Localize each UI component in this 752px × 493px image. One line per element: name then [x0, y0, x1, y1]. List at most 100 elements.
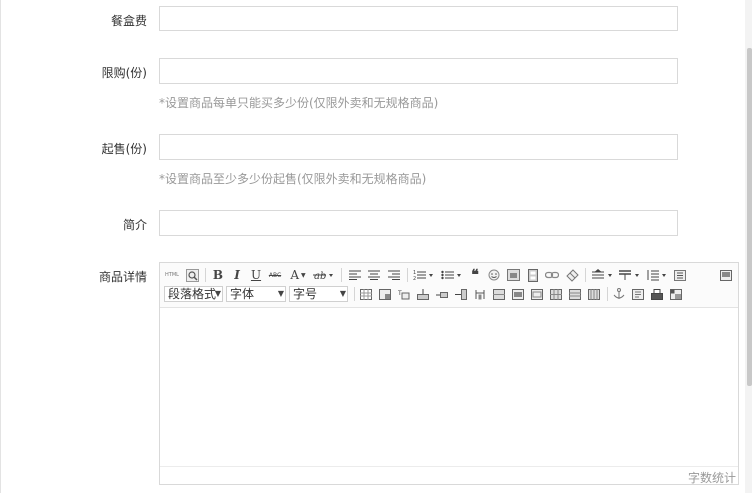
spacing-bottom-icon	[619, 270, 639, 280]
delete-column-icon	[475, 289, 485, 299]
strikethrough-label: ABC	[268, 271, 282, 279]
toolbar-separator	[585, 268, 586, 282]
table-icon	[360, 288, 372, 300]
rich-text-editor: HTML B I U ABC A ▼ ab 12 ❝ 段落格式 ▼ 字体 ▼ 字…	[159, 262, 739, 485]
toolbar-separator	[341, 268, 342, 282]
merge-down-button[interactable]	[530, 286, 544, 302]
table-properties-icon	[379, 288, 391, 300]
split-columns-icon	[588, 288, 600, 300]
dropdown-arrow-icon: ▼	[301, 271, 306, 279]
font-size-value: 字号	[293, 287, 318, 301]
line-height-icon	[647, 270, 666, 281]
insert-image-button[interactable]	[506, 267, 520, 283]
italic-button[interactable]: I	[230, 267, 244, 283]
page-break-button[interactable]	[631, 286, 645, 302]
magnifier-icon	[185, 268, 199, 282]
insert-link-button[interactable]	[545, 267, 559, 283]
page-left-border	[0, 0, 1, 493]
print-button[interactable]	[650, 286, 664, 302]
detail-label: 商品详情	[98, 270, 147, 284]
purchase-limit-hint: *设置商品每单只能买多少份(仅限外卖和无规格商品)	[159, 96, 439, 110]
split-rows-button[interactable]	[568, 286, 582, 302]
film-icon	[528, 268, 538, 282]
toolbar-separator	[205, 268, 206, 282]
quote-icon: ❝	[471, 267, 479, 283]
align-right-button[interactable]	[387, 267, 401, 283]
eraser-icon	[565, 268, 579, 282]
align-left-button[interactable]	[348, 267, 362, 283]
underline-button[interactable]: U	[249, 267, 263, 283]
split-rows-icon	[569, 288, 581, 300]
highlight-icon: ab	[313, 271, 333, 281]
font-color-label: A	[290, 268, 300, 282]
insert-column-button[interactable]	[454, 286, 468, 302]
table-properties-button[interactable]	[378, 286, 392, 302]
template-button[interactable]	[669, 286, 683, 302]
insert-paragraph-before-table-button[interactable]: T	[397, 286, 411, 302]
min-order-hint: *设置商品至少多少份起售(仅限外卖和无规格商品)	[159, 172, 427, 186]
insert-row-button[interactable]	[416, 286, 430, 302]
strikethrough-button[interactable]: ABC	[267, 267, 283, 283]
packing-fee-input[interactable]	[159, 6, 678, 31]
toolbar-separator	[607, 287, 608, 301]
row-spacing-bottom-button[interactable]	[619, 267, 641, 283]
paragraph-format-select[interactable]: 段落格式 ▼	[164, 286, 223, 302]
unordered-list-button[interactable]	[441, 267, 463, 283]
font-color-button[interactable]: A ▼	[288, 267, 308, 283]
editor-content-area[interactable]	[160, 308, 738, 468]
align-center-button[interactable]	[367, 267, 381, 283]
scrollbar-thumb[interactable]	[747, 48, 752, 386]
smiley-icon	[488, 269, 500, 281]
merge-cells-button[interactable]	[492, 286, 506, 302]
bold-button[interactable]: B	[211, 267, 225, 283]
bullet-list-icon	[441, 270, 461, 280]
bold-label: B	[212, 268, 224, 282]
font-family-value: 字体	[230, 287, 255, 301]
packing-fee-label: 餐盒费	[110, 14, 147, 28]
font-size-select[interactable]: 字号 ▼	[289, 286, 348, 302]
printer-icon	[651, 288, 663, 300]
align-center-icon	[368, 270, 380, 280]
editor-toolbar: HTML B I U ABC A ▼ ab 12 ❝ 段落格式 ▼ 字体 ▼ 字…	[160, 263, 738, 308]
clear-format-button[interactable]	[565, 267, 579, 283]
html-source-button[interactable]: HTML	[164, 267, 180, 283]
fullscreen-icon	[720, 269, 732, 281]
svg-text:2: 2	[413, 276, 416, 281]
min-order-input[interactable]	[159, 134, 678, 160]
html-source-label: HTML	[165, 272, 179, 278]
highlight-color-button[interactable]: ab	[313, 267, 335, 283]
merge-right-icon	[512, 288, 524, 300]
emoji-button[interactable]	[487, 267, 501, 283]
ordered-list-button[interactable]: 12	[413, 267, 435, 283]
insert-video-button[interactable]	[526, 267, 540, 283]
preview-button[interactable]	[184, 267, 200, 283]
insert-table-button[interactable]	[359, 286, 373, 302]
font-family-select[interactable]: 字体 ▼	[226, 286, 286, 302]
anchor-button[interactable]	[612, 286, 626, 302]
row-spacing-top-button[interactable]	[592, 267, 614, 283]
indent-button[interactable]	[673, 267, 687, 283]
merge-right-button[interactable]	[511, 286, 525, 302]
paragraph-before-table-icon: T	[398, 290, 410, 299]
underline-label: U	[250, 268, 262, 282]
split-cells-button[interactable]	[549, 286, 563, 302]
line-height-button[interactable]	[646, 267, 668, 283]
purchase-limit-label: 限购(份)	[101, 66, 147, 80]
link-icon	[545, 271, 559, 279]
delete-row-icon	[436, 291, 448, 298]
intro-label: 简介	[122, 218, 147, 232]
editor-footer: 字数统计	[160, 466, 738, 485]
blockquote-button[interactable]: ❝	[468, 267, 482, 283]
spacing-top-icon	[592, 269, 612, 279]
intro-input[interactable]	[159, 210, 678, 236]
fullscreen-button[interactable]	[719, 267, 733, 283]
svg-text:T: T	[398, 290, 402, 297]
anchor-icon	[613, 288, 625, 299]
purchase-limit-input[interactable]	[159, 58, 678, 84]
delete-column-button[interactable]	[473, 286, 487, 302]
page-break-icon	[632, 288, 644, 300]
toolbar-separator	[354, 287, 355, 301]
split-columns-button[interactable]	[587, 286, 601, 302]
svg-text:ab: ab	[314, 271, 326, 281]
delete-row-button[interactable]	[435, 286, 449, 302]
